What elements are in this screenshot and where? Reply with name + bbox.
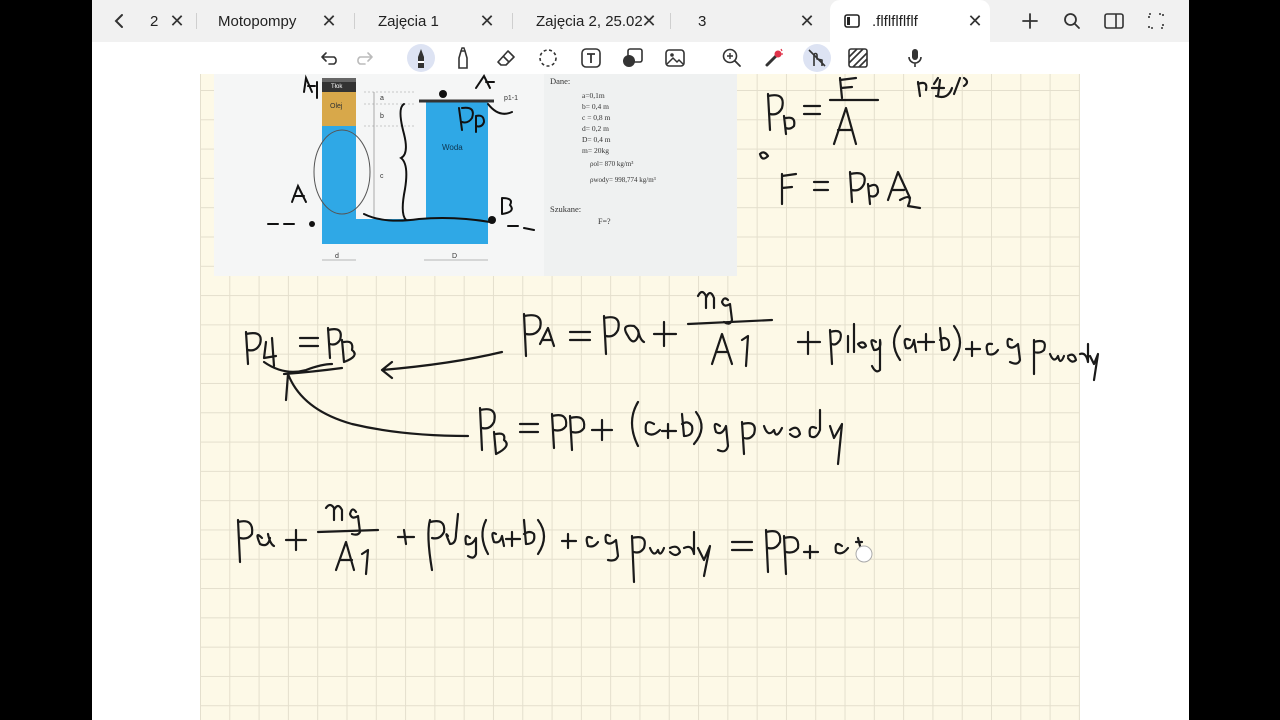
split-view-icon <box>1104 13 1124 29</box>
given-item: ρwody= 998,774 kg/m³ <box>590 176 656 184</box>
redo-icon <box>357 52 373 65</box>
problem-diagram-image: Tłok Olej Woda p1-1 a b c d D Dane: a=0,… <box>214 74 737 276</box>
image-tool[interactable] <box>661 44 689 72</box>
close-tab-icon[interactable]: ✕ <box>798 12 816 30</box>
tab-label: 3 <box>698 12 707 30</box>
notebook-icon <box>844 14 860 28</box>
dim-b-label: b <box>380 113 384 120</box>
given-item: m= 20kg <box>582 146 609 155</box>
text-icon <box>581 48 601 68</box>
text-tool[interactable] <box>577 44 605 72</box>
notes-app: 2 ✕ Motopompy ✕ Zajęcia 1 ✕ Zajęcia 2, 2… <box>92 0 1189 720</box>
back-button[interactable] <box>104 5 136 37</box>
tab-active-notebook[interactable]: .flflflflflf ✕ <box>830 0 990 42</box>
drawing-toolbar <box>92 42 1189 74</box>
notebook-canvas[interactable]: Tłok Olej Woda p1-1 a b c d D Dane: a=0,… <box>92 74 1189 720</box>
search-button[interactable] <box>1056 5 1088 37</box>
given-item: c = 0,8 m <box>582 113 611 122</box>
unknown-value: F=? <box>598 217 611 226</box>
eraser-icon <box>497 50 515 66</box>
tab-divider <box>512 13 513 29</box>
given-item: a=0,1m <box>582 91 605 100</box>
lasso-icon <box>539 49 557 67</box>
voice-record-button[interactable] <box>901 44 929 72</box>
pattern-icon <box>848 48 868 68</box>
undo-button[interactable] <box>316 44 344 72</box>
tab-bar: 2 ✕ Motopompy ✕ Zajęcia 1 ✕ Zajęcia 2, 2… <box>92 0 1189 42</box>
tab-label: 2 <box>150 12 159 30</box>
dim-c-label: c <box>380 173 384 180</box>
dim-D-label: D <box>452 253 457 260</box>
tab-divider <box>354 13 355 29</box>
tab-divider <box>670 13 671 29</box>
microphone-icon <box>908 49 922 67</box>
dim-d-label: d <box>335 253 339 260</box>
plus-icon <box>1022 13 1038 29</box>
close-tab-icon[interactable]: ✕ <box>966 12 984 30</box>
laser-pointer-tool[interactable] <box>760 44 788 72</box>
tab-zajecia-1[interactable]: Zajęcia 1 ✕ <box>362 0 502 42</box>
given-item: b= 0,4 m <box>582 102 609 111</box>
highlighter-tool[interactable] <box>449 44 477 72</box>
dim-a-label: a <box>380 95 384 102</box>
pattern-tool[interactable] <box>844 44 872 72</box>
close-tab-icon[interactable]: ✕ <box>478 12 496 30</box>
p11-label: p1-1 <box>504 95 518 102</box>
tab-2[interactable]: 2 ✕ <box>142 0 192 42</box>
given-item: d= 0,2 m <box>582 124 609 133</box>
tab-label: Motopompy <box>218 12 297 30</box>
pen-icon <box>418 49 424 68</box>
shape-tool[interactable] <box>619 44 647 72</box>
zoom-icon <box>722 48 741 67</box>
close-tab-icon[interactable]: ✕ <box>168 12 186 30</box>
chevron-left-icon <box>114 14 123 28</box>
oil-label: Olej <box>330 103 343 110</box>
laser-pointer-icon <box>765 48 783 67</box>
search-icon <box>1064 13 1080 29</box>
given-item: ρol= 870 kg/m³ <box>590 160 633 168</box>
image-icon <box>665 49 685 67</box>
touch-draw-toggle[interactable] <box>803 44 831 72</box>
tab-label: .flflflflflf <box>872 12 918 30</box>
water-label: Woda <box>442 143 463 152</box>
pen-tool[interactable] <box>407 44 435 72</box>
undo-icon <box>321 52 337 65</box>
piston-label: Tłok <box>331 84 343 90</box>
tab-label: Zajęcia 2, 25.02 <box>536 12 643 30</box>
new-tab-button[interactable] <box>1014 5 1046 37</box>
tab-divider <box>196 13 197 29</box>
eraser-tool[interactable] <box>492 44 520 72</box>
close-tab-icon[interactable]: ✕ <box>640 12 658 30</box>
expand-icon <box>1148 13 1164 29</box>
redo-button[interactable] <box>350 44 378 72</box>
tab-motopompy[interactable]: Motopompy ✕ <box>204 0 344 42</box>
highlighter-icon <box>458 47 468 69</box>
given-title: Dane: <box>550 76 570 86</box>
tab-zajecia-2[interactable]: Zajęcia 2, 25.02 ✕ <box>520 0 664 42</box>
tab-3[interactable]: 3 ✕ <box>678 0 822 42</box>
touch-draw-icon <box>808 49 826 67</box>
tab-label: Zajęcia 1 <box>378 12 439 30</box>
shape-icon <box>623 48 643 67</box>
close-tab-icon[interactable]: ✕ <box>320 12 338 30</box>
lasso-tool[interactable] <box>534 44 562 72</box>
split-view-button[interactable] <box>1098 5 1130 37</box>
zoom-tool[interactable] <box>718 44 746 72</box>
fullscreen-button[interactable] <box>1140 5 1172 37</box>
unknown-title: Szukane: <box>550 204 581 214</box>
given-item: D= 0,4 m <box>582 135 611 144</box>
